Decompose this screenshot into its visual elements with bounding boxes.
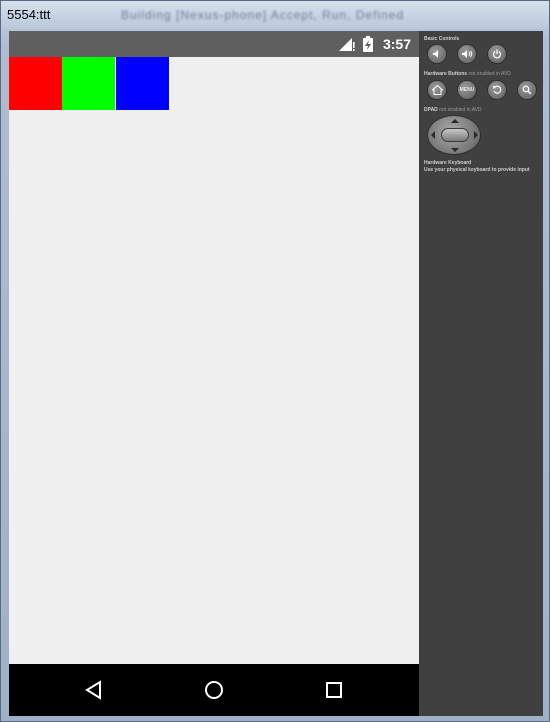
window-title: 5554:ttt xyxy=(7,7,51,22)
back-arrow-icon xyxy=(493,85,502,94)
power-icon xyxy=(492,49,502,59)
title-bar[interactable]: 5554:ttt Building [Nexus-phone] Accept, … xyxy=(1,1,549,29)
dpad-note: not enabled in AVD xyxy=(439,107,482,113)
hardware-buttons-label: Hardware Buttons not enabled in AVD xyxy=(424,71,511,77)
dpad-up-arrow-icon[interactable] xyxy=(451,119,459,123)
menu-label: MENU xyxy=(459,87,475,93)
basic-controls-label: Basic Controls xyxy=(424,36,460,42)
red-square xyxy=(9,57,62,110)
dpad-center-button[interactable] xyxy=(441,128,469,142)
dpad-label: DPAD not enabled in AVD xyxy=(424,107,482,113)
hardware-keyboard-label: Hardware Keyboard xyxy=(424,160,472,166)
home-icon xyxy=(431,85,443,95)
blue-square xyxy=(116,57,169,110)
dpad-down-arrow-icon[interactable] xyxy=(451,148,459,152)
volume-up-button[interactable] xyxy=(457,44,477,64)
signal-icon xyxy=(339,38,355,51)
menu-hw-button[interactable]: MENU xyxy=(457,80,477,100)
emulator-window: 5554:ttt Building [Nexus-phone] Accept, … xyxy=(0,0,550,722)
emulator-controls-panel: Basic Controls Hardware Buttons not enab… xyxy=(419,31,543,716)
dpad-left-arrow-icon[interactable] xyxy=(431,131,435,139)
dpad-right-arrow-icon[interactable] xyxy=(474,131,478,139)
device-screen[interactable]: 3:57 xyxy=(9,31,419,716)
green-square xyxy=(62,57,115,110)
search-hw-button[interactable] xyxy=(517,80,537,100)
back-hw-button[interactable] xyxy=(487,80,507,100)
window-title-blurred: Building [Nexus-phone] Accept, Run, Defi… xyxy=(121,8,405,22)
status-bar: 3:57 xyxy=(9,31,419,57)
hardware-keyboard-note: Use your physical keyboard to provide in… xyxy=(424,167,530,173)
clock: 3:57 xyxy=(382,36,411,52)
volume-down-icon xyxy=(433,50,438,58)
dpad-title: DPAD xyxy=(424,107,438,113)
volume-down-button[interactable] xyxy=(427,44,447,64)
home-hw-button[interactable] xyxy=(427,80,447,100)
power-button[interactable] xyxy=(487,44,507,64)
hardware-buttons-title: Hardware Buttons xyxy=(424,71,468,77)
volume-up-icon xyxy=(462,50,473,58)
recents-icon[interactable] xyxy=(322,678,346,702)
battery-charging-icon xyxy=(363,36,373,52)
navigation-bar xyxy=(9,664,419,716)
search-icon xyxy=(522,85,532,95)
back-icon[interactable] xyxy=(82,678,106,702)
home-icon[interactable] xyxy=(202,678,226,702)
hardware-buttons-note: not enabled in AVD xyxy=(468,71,511,77)
dpad-control[interactable] xyxy=(427,115,481,155)
